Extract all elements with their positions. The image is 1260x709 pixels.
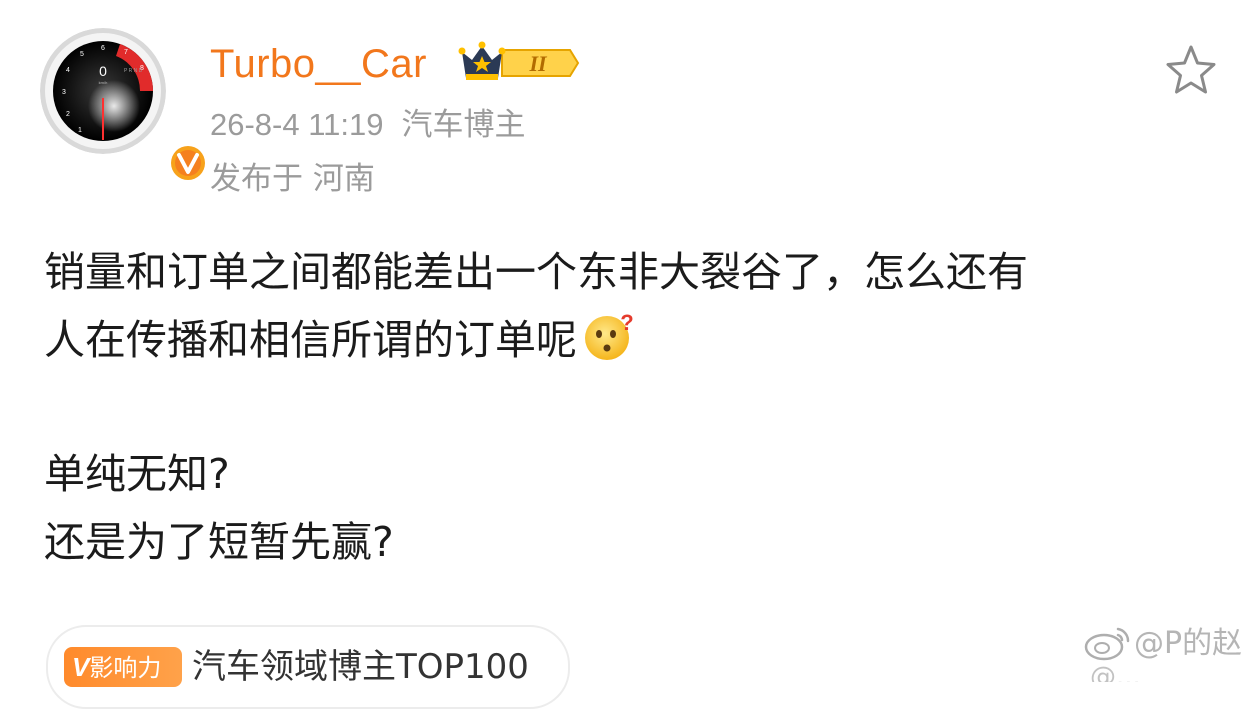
favorite-button[interactable] bbox=[1162, 42, 1220, 100]
influence-v-mark: V bbox=[72, 652, 90, 682]
post-line: 还是为了短暂先赢? bbox=[44, 518, 394, 566]
svg-text:6: 6 bbox=[101, 45, 105, 52]
author-name[interactable]: Turbo__Car bbox=[210, 36, 427, 92]
gear-indicator: P R N D bbox=[124, 68, 143, 74]
post-content: 销量和订单之间都能差出一个东非大裂谷了，怎么还有 人在传播和相信所谓的订单呢? … bbox=[44, 238, 1224, 576]
speedometer-avatar-image: 3 4 5 6 7 8 2 1 0 km/h P R N D bbox=[40, 28, 166, 154]
weibo-logo-icon bbox=[1082, 621, 1134, 661]
star-icon bbox=[1166, 45, 1216, 94]
post-meta: 26-8-4 11:19 汽车博主 bbox=[210, 102, 526, 148]
post-location: 发布于 河南 bbox=[210, 161, 375, 197]
thinking-face-emoji-icon: ? bbox=[581, 308, 637, 364]
post-line: 销量和订单之间都能差出一个东非大裂谷了，怎么还有 bbox=[44, 248, 1028, 296]
svg-text:5: 5 bbox=[80, 51, 84, 58]
crown-icon: II bbox=[458, 41, 580, 80]
influence-tag: V影响力 bbox=[64, 647, 182, 687]
influence-ranking-pill[interactable]: V影响力 汽车领域博主TOP100 bbox=[46, 625, 570, 709]
post-time: 26-8-4 11:19 bbox=[210, 107, 384, 142]
influence-ranking-text: 汽车领域博主TOP100 bbox=[192, 647, 529, 687]
post-line-with-emoji: 人在传播和相信所谓的订单呢? bbox=[44, 306, 1224, 374]
svg-text:7: 7 bbox=[124, 49, 128, 56]
gauge-value: 0 bbox=[99, 63, 107, 79]
watermark-handle: @P的赵 bbox=[1134, 626, 1243, 661]
watermark-secondary: @... bbox=[1090, 662, 1141, 682]
author-role: 汽车博主 bbox=[401, 107, 526, 143]
level-text: II bbox=[528, 51, 548, 76]
svg-text:3: 3 bbox=[62, 89, 66, 96]
influence-tag-label: 影响力 bbox=[89, 654, 162, 682]
svg-text:?: ? bbox=[620, 310, 633, 335]
svg-text:2: 2 bbox=[66, 111, 70, 118]
svg-text:4: 4 bbox=[66, 67, 70, 74]
svg-text:1: 1 bbox=[78, 127, 82, 134]
avatar[interactable]: 3 4 5 6 7 8 2 1 0 km/h P R N D bbox=[40, 28, 166, 154]
verified-badge-icon bbox=[166, 141, 210, 185]
vip-level-badge[interactable]: II bbox=[458, 38, 580, 86]
post-line: 单纯无知? bbox=[44, 450, 230, 498]
author-avatar-container[interactable]: 3 4 5 6 7 8 2 1 0 km/h P R N D bbox=[40, 28, 210, 185]
post-line: 人在传播和相信所谓的订单呢 bbox=[44, 316, 577, 364]
